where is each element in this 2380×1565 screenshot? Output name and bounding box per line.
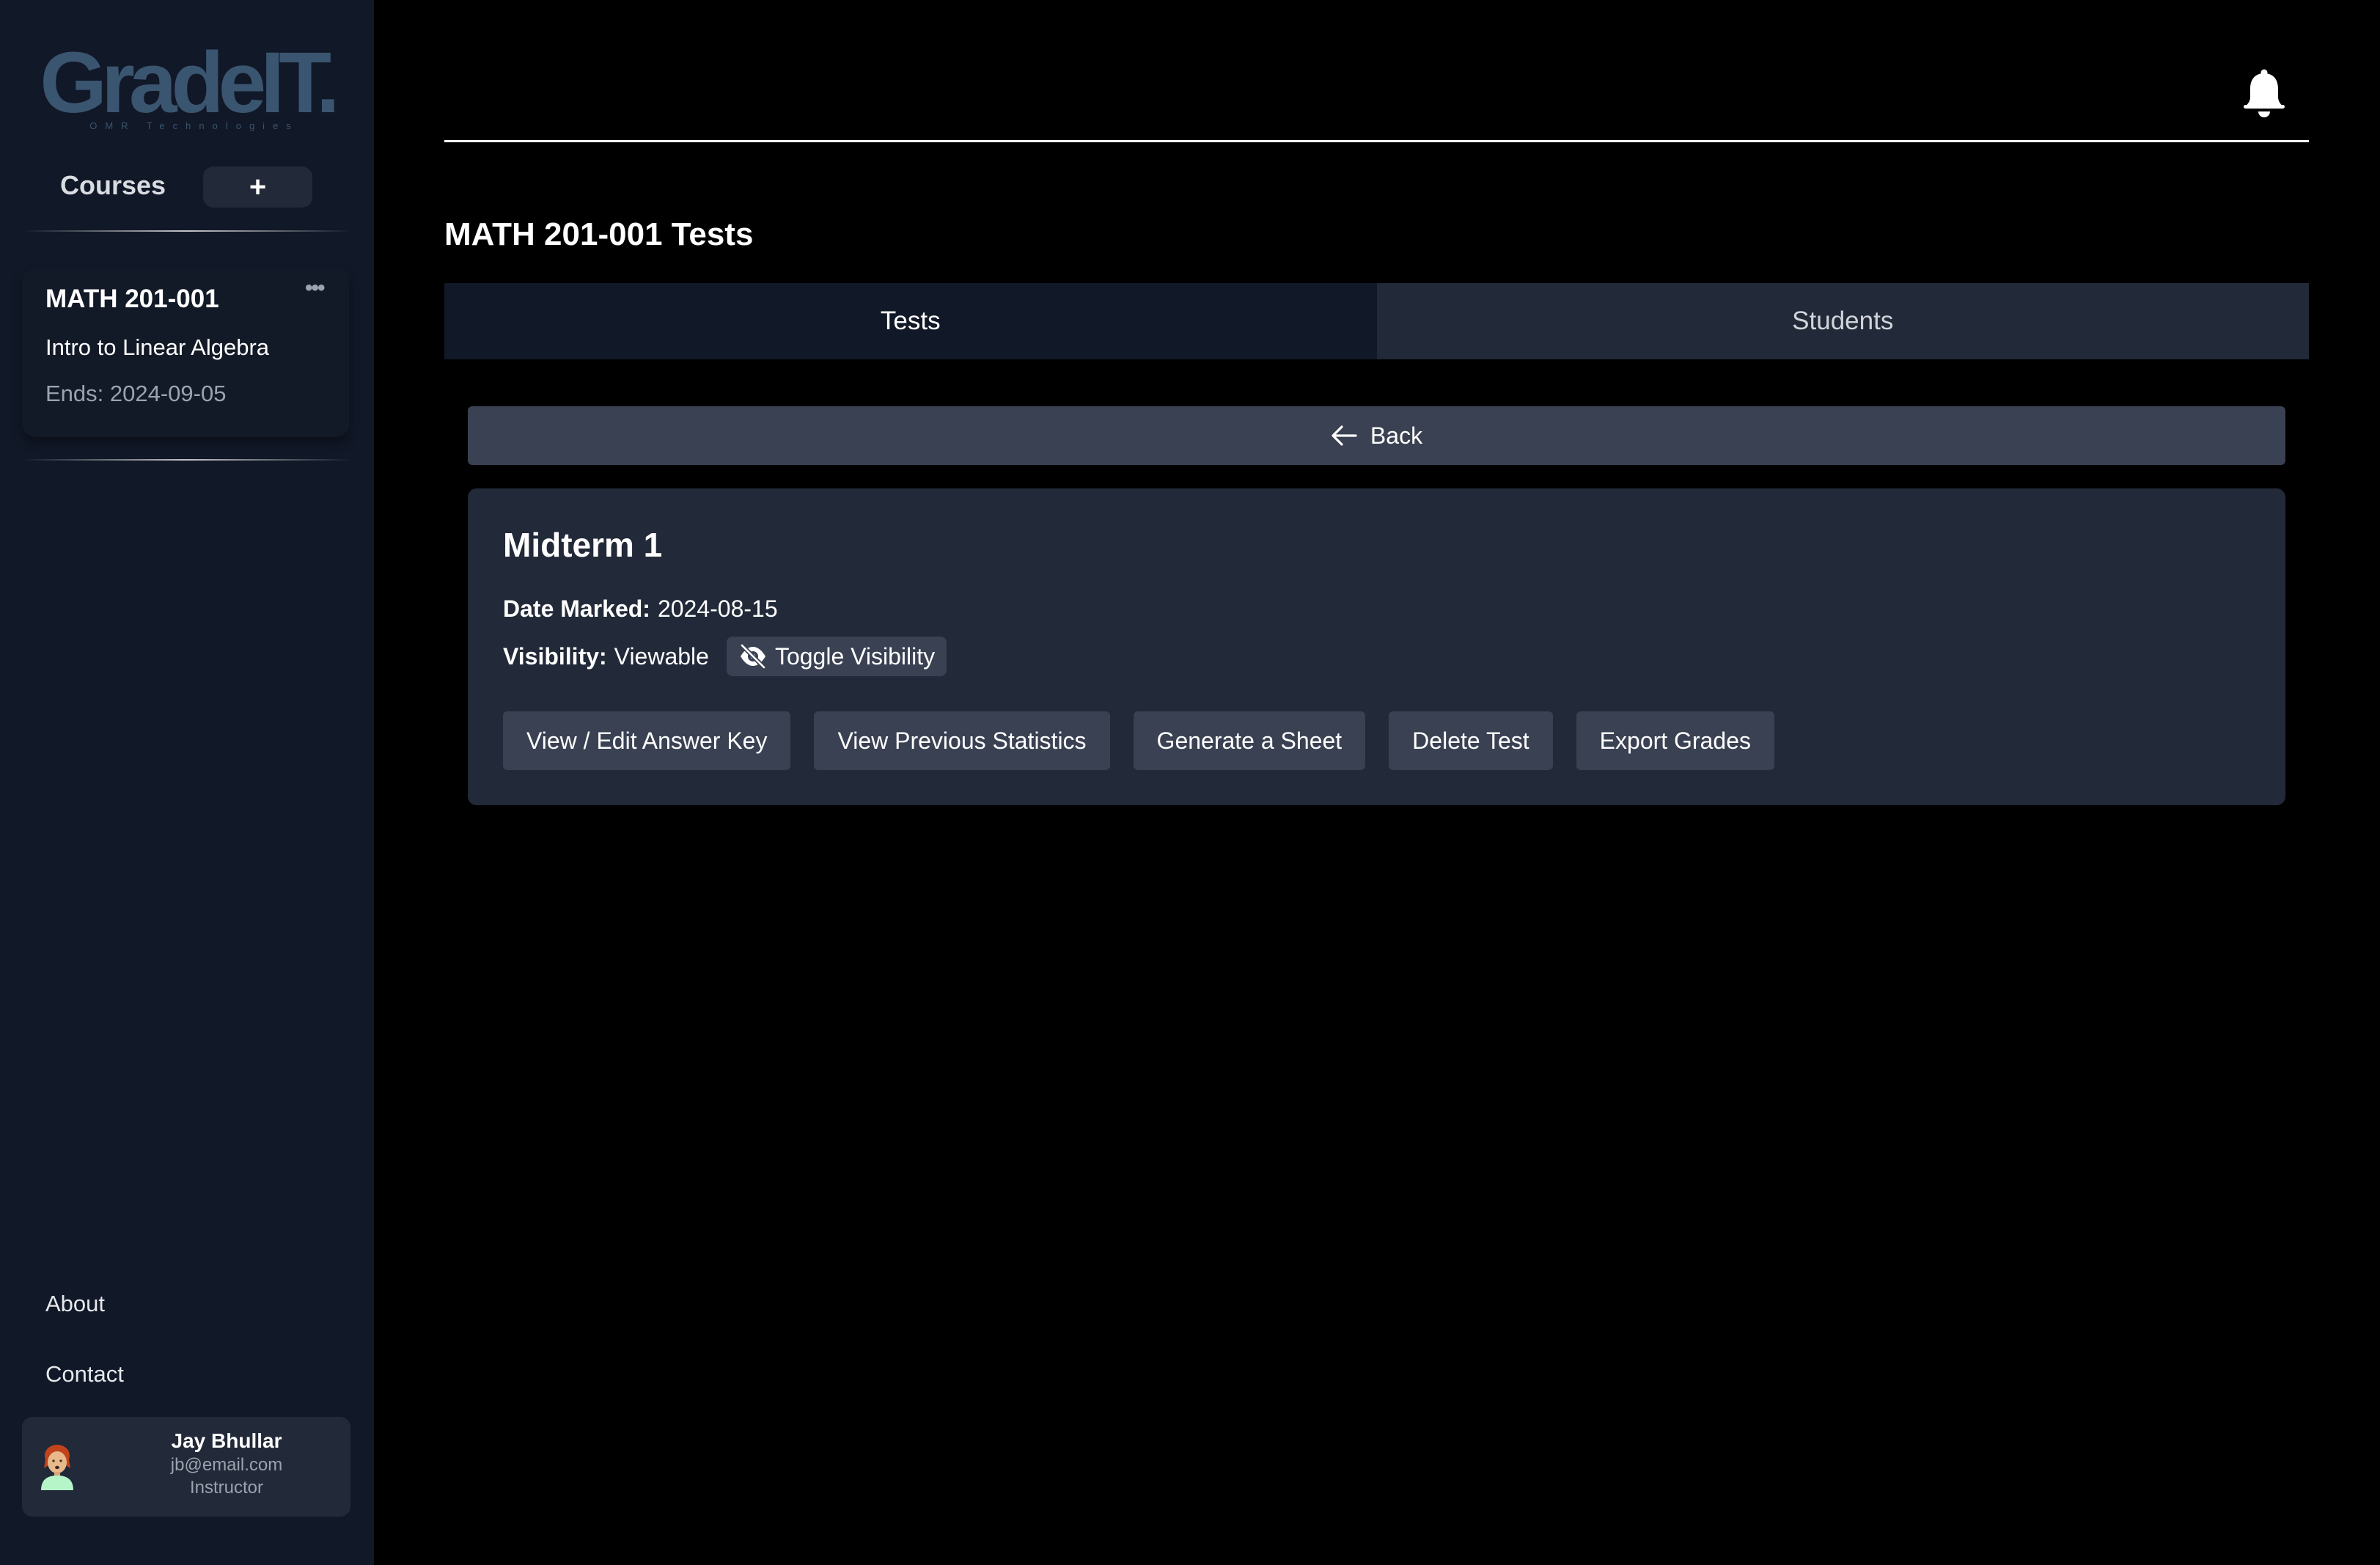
sidebar: GradeIT. OMR Technologies Courses + MATH… [0, 0, 374, 1565]
course-end-date: Ends: 2024-09-05 [45, 381, 227, 406]
toggle-visibility-button[interactable]: Toggle Visibility [726, 637, 947, 676]
export-grades-button[interactable]: Export Grades [1576, 711, 1774, 770]
user-info: Jay Bhullar jb@email.com Instructor [103, 1429, 350, 1499]
sidebar-divider [22, 230, 352, 232]
visibility-row: Visibility: Viewable Toggle Visibility [503, 637, 947, 676]
back-button[interactable]: Back [468, 406, 2285, 465]
course-code: MATH 201-001 [45, 285, 219, 313]
header-divider [444, 140, 2309, 142]
course-card[interactable]: MATH 201-001 ••• Intro to Linear Algebra… [22, 268, 349, 437]
tab-bar: Tests Students [444, 283, 2309, 359]
eye-off-icon [740, 644, 766, 669]
user-email: jb@email.com [170, 1455, 283, 1475]
test-title: Midterm 1 [503, 526, 663, 564]
contact-link[interactable]: Contact [45, 1361, 124, 1388]
add-course-button[interactable]: + [203, 166, 312, 208]
arrow-left-icon [1332, 425, 1357, 446]
back-label: Back [1370, 422, 1423, 449]
user-role: Instructor [189, 1478, 264, 1498]
view-edit-answer-key-button[interactable]: View / Edit Answer Key [503, 711, 791, 770]
date-marked-row: Date Marked: 2024-08-15 [503, 595, 778, 623]
tab-students[interactable]: Students [1376, 283, 2309, 359]
courses-heading: Courses [60, 170, 166, 200]
course-name: Intro to Linear Algebra [45, 334, 270, 360]
visibility-value: Viewable [614, 642, 709, 670]
user-name: Jay Bhullar [171, 1429, 282, 1452]
more-horizontal-icon[interactable]: ••• [305, 276, 325, 301]
generate-sheet-button[interactable]: Generate a Sheet [1133, 711, 1366, 770]
bell-icon[interactable] [2242, 69, 2286, 119]
delete-test-button[interactable]: Delete Test [1389, 711, 1553, 770]
test-actions: View / Edit Answer Key View Previous Sta… [503, 711, 1774, 770]
page-title: MATH 201-001 Tests [444, 216, 754, 252]
toggle-visibility-label: Toggle Visibility [774, 642, 936, 670]
tab-tests[interactable]: Tests [444, 283, 1377, 359]
date-marked-value: 2024-08-15 [657, 595, 778, 622]
user-profile-card[interactable]: Jay Bhullar jb@email.com Instructor [22, 1417, 350, 1517]
visibility-label: Visibility: [503, 642, 607, 670]
user-avatar-icon [41, 1445, 73, 1490]
logo[interactable]: GradeIT. OMR Technologies [0, 34, 374, 131]
test-card: Midterm 1 Date Marked: 2024-08-15 Visibi… [468, 488, 2285, 805]
view-previous-statistics-button[interactable]: View Previous Statistics [814, 711, 1110, 770]
sidebar-divider [22, 459, 352, 461]
logo-text: GradeIT. [40, 34, 340, 131]
about-link[interactable]: About [45, 1291, 105, 1317]
date-marked-label: Date Marked: [503, 595, 650, 622]
